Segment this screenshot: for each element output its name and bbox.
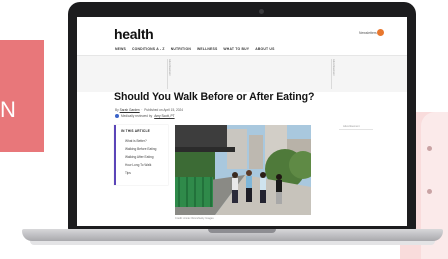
toc-item[interactable]: Tips [125,171,131,175]
reviewed-prefix: Medically reviewed by [121,114,153,118]
newsletter-link[interactable]: Newsletters [359,31,377,35]
nav-item-wellness[interactable]: WELLNESS [197,47,217,51]
site-logo[interactable]: health [114,26,154,42]
decorative-bullet [427,146,432,151]
laptop-screen: health NEWS CONDITIONS A - Z NUTRITION W… [77,17,407,226]
search-icon[interactable] [377,29,384,36]
ad-label: Advertisement [168,59,171,76]
ad-label: Advertisement [332,59,335,76]
toc-item[interactable]: Walking After Eating [125,155,154,159]
sidebar-ad-divider [339,129,373,130]
toc-item[interactable]: How Long To Walk [125,163,151,167]
photo-caption: Credit: Annie Otzen/Getty Images [175,217,214,220]
nav-item-conditions[interactable]: CONDITIONS A - Z [132,47,165,51]
laptop-shadow [30,241,435,245]
main-nav: NEWS CONDITIONS A - Z NUTRITION WELLNESS… [115,47,275,51]
decorative-bullet [427,189,432,194]
nav-item-nutrition[interactable]: NUTRITION [171,47,191,51]
decorative-red-panel [0,40,44,152]
byline-prefix: By [115,108,119,112]
toc-item[interactable]: What is Better? [125,139,147,143]
nav-item-what-to-buy[interactable]: WHAT TO BUY [223,47,249,51]
article-byline: By Sarah Garden · Published on April 15,… [115,108,184,112]
decorative-panel-letter: N [0,97,16,122]
article-title: Should You Walk Before or After Eating? [114,91,315,103]
laptop-notch [208,229,276,233]
verified-check-icon [115,114,119,118]
publish-date: Published on April 15, 2024 [144,108,184,112]
walking-people-image [175,125,311,215]
webcam-icon [259,9,264,14]
sidebar-ad-label: Advertisement [343,125,360,128]
ad-banner [77,56,407,92]
article-photo [175,125,311,215]
nav-item-about-us[interactable]: ABOUT US [255,47,274,51]
toc-item[interactable]: Walking Before Eating [125,147,156,151]
author-link[interactable]: Sarah Garden [120,108,140,112]
nav-item-news[interactable]: NEWS [115,47,126,51]
toc-title: IN THIS ARTICLE [121,129,150,133]
medical-review: Medically reviewed by Amy Scott, PT [115,114,175,118]
reviewer-link[interactable]: Amy Scott, PT [154,114,174,118]
table-of-contents: IN THIS ARTICLE What is Better? Walking … [114,125,168,185]
